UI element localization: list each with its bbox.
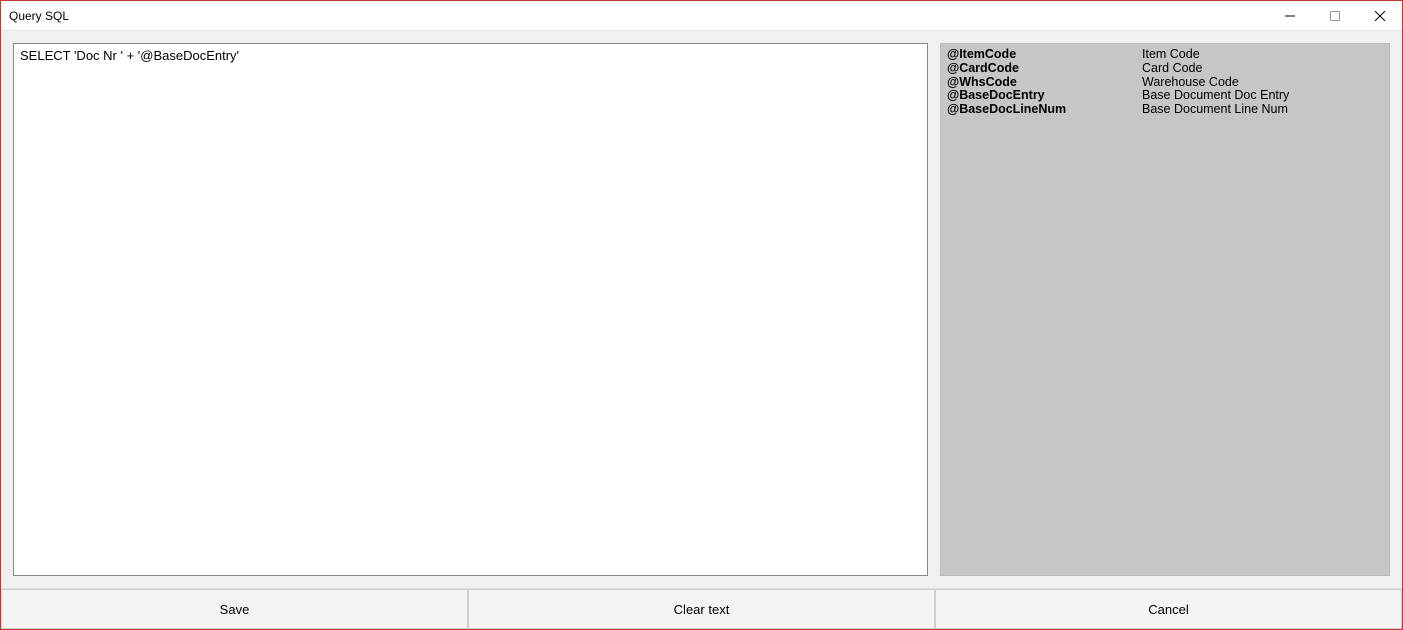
clear-button[interactable]: Clear text — [468, 589, 935, 629]
param-code: @CardCode — [947, 62, 1142, 76]
minimize-button[interactable] — [1267, 1, 1312, 30]
editor-wrap — [13, 43, 928, 576]
save-button[interactable]: Save — [1, 589, 468, 629]
param-desc: Item Code — [1142, 48, 1383, 62]
param-row[interactable]: @ItemCode Item Code — [947, 48, 1383, 62]
window: Query SQL — [0, 0, 1403, 630]
close-button[interactable] — [1357, 1, 1402, 30]
param-row[interactable]: @CardCode Card Code — [947, 62, 1383, 76]
param-row[interactable]: @BaseDocLineNum Base Document Line Num — [947, 103, 1383, 117]
window-title: Query SQL — [1, 9, 69, 23]
param-row[interactable]: @WhsCode Warehouse Code — [947, 76, 1383, 90]
parameter-panel: @ItemCode Item Code @CardCode Card Code … — [940, 43, 1390, 576]
window-controls — [1267, 1, 1402, 30]
cancel-button[interactable]: Cancel — [935, 589, 1402, 629]
param-desc: Base Document Line Num — [1142, 103, 1383, 117]
param-code: @BaseDocLineNum — [947, 103, 1142, 117]
param-code: @WhsCode — [947, 76, 1142, 90]
close-icon — [1375, 11, 1385, 21]
param-desc: Warehouse Code — [1142, 76, 1383, 90]
param-row[interactable]: @BaseDocEntry Base Document Doc Entry — [947, 89, 1383, 103]
param-code: @BaseDocEntry — [947, 89, 1142, 103]
maximize-icon — [1330, 11, 1340, 21]
maximize-button[interactable] — [1312, 1, 1357, 30]
titlebar: Query SQL — [1, 1, 1402, 31]
footer: Save Clear text Cancel — [1, 588, 1402, 629]
param-desc: Base Document Doc Entry — [1142, 89, 1383, 103]
content-area: @ItemCode Item Code @CardCode Card Code … — [1, 31, 1402, 588]
sql-editor[interactable] — [13, 43, 928, 576]
param-desc: Card Code — [1142, 62, 1383, 76]
param-code: @ItemCode — [947, 48, 1142, 62]
minimize-icon — [1285, 11, 1295, 21]
